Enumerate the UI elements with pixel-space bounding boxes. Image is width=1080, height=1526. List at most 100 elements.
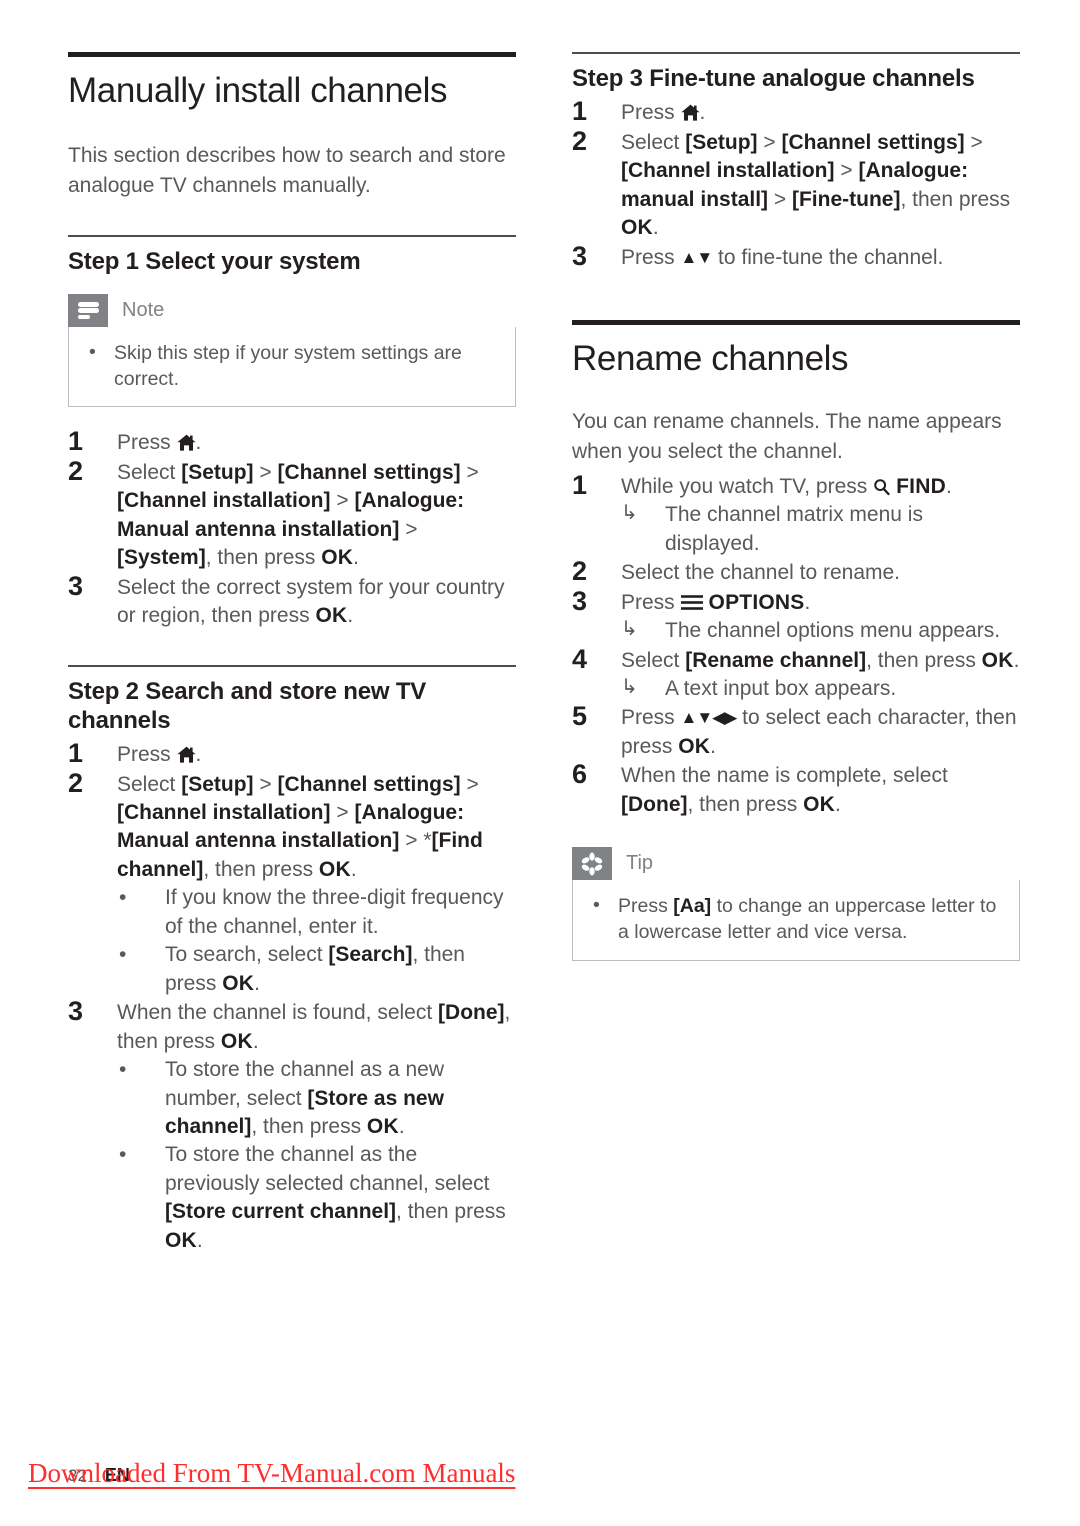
key-label: OK — [621, 216, 653, 240]
step-text: , then press — [900, 187, 1011, 211]
step-text: > — [330, 489, 355, 513]
step-text: to fine-tune the channel. — [712, 245, 944, 269]
menu-item-label: [Done] — [438, 1001, 505, 1025]
manual-page: Manually install channels This section d… — [0, 0, 1080, 1526]
step-text: Select the correct system for your count… — [117, 575, 505, 628]
bullet-icon: • — [119, 886, 127, 910]
bullet-icon: • — [119, 1058, 127, 1082]
menu-item-label: [Setup] — [181, 772, 254, 796]
key-label: OK — [220, 1029, 253, 1053]
bullet-icon: • — [119, 1143, 127, 1167]
note-item: • Skip this step if your system settings … — [85, 340, 499, 392]
sub-bullet-list: • If you know the three-digit frequency o… — [117, 884, 516, 998]
step-text: . — [652, 216, 659, 240]
list-item: 3 Press OPTIONS. ↳ The channel options menu… — [572, 586, 1020, 646]
step-number: 3 — [572, 585, 588, 616]
menu-item-label: [Fine-tune] — [791, 187, 901, 211]
list-item: 1 While you watch TV, press FIND. ↳ The cha… — [572, 470, 1020, 558]
home-icon — [680, 104, 700, 121]
step-text: > — [768, 187, 792, 211]
chapter-intro: This section describes how to search and… — [68, 144, 506, 198]
step-text: Select — [117, 460, 182, 484]
menu-item-label: [Rename channel] — [685, 648, 867, 672]
tip-item: • Press [Aa] to change an uppercase lette… — [589, 893, 1003, 945]
step-text: , then press — [687, 792, 804, 816]
key-label: OK — [318, 857, 351, 881]
result-list: ↳ A text input box appears. — [621, 675, 1020, 703]
key-label: OK — [678, 734, 711, 758]
list-item: 6 When the name is complete, select [Done… — [572, 759, 1020, 819]
list-item: 3 Select the correct system for your coun… — [68, 571, 516, 631]
step-text: , then press — [866, 648, 982, 672]
step-text: > — [330, 801, 355, 824]
list-item: • To store the channel as the previously … — [117, 1141, 516, 1255]
watermark-link[interactable]: Downloaded From TV-Manual.com Manuals — [28, 1458, 515, 1489]
step-text: > — [460, 772, 479, 796]
step-text: , then press — [396, 1200, 506, 1224]
chapter-rule — [68, 52, 516, 57]
right-column: Step 3 Fine-tune analogue channels 1 Pres… — [572, 52, 1020, 983]
step-text: Press — [621, 590, 681, 614]
left-column: Manually install channels This section d… — [68, 52, 516, 1256]
step-number: 5 — [572, 701, 588, 732]
step-text: . — [350, 857, 357, 881]
step3-heading: Step 3 Fine-tune analogue channels — [572, 65, 975, 92]
step-number: 4 — [572, 643, 588, 674]
list-item: 2 Select [Setup] > [Channel settings] > [… — [68, 456, 516, 573]
step-text: Select the channel to rename. — [621, 561, 901, 585]
step-text: Select — [621, 648, 686, 672]
list-item: • To search, select [Search], then press … — [117, 941, 516, 998]
step-text: > — [253, 460, 278, 484]
step3-rule — [572, 52, 1020, 54]
step-text: When the name is complete, select — [621, 764, 948, 788]
step-text: > — [757, 130, 782, 154]
step-text: . — [804, 590, 811, 614]
step-text: > — [253, 772, 278, 796]
result-item: ↳ The channel options menu appears. — [621, 617, 1020, 645]
menu-item-label: [Done] — [621, 792, 688, 816]
step-text: Press — [117, 431, 177, 455]
rename-chapter-rule — [572, 319, 1020, 325]
step-number: 1 — [572, 96, 588, 127]
tip-badge — [572, 847, 612, 881]
note-badge — [68, 294, 108, 328]
rename-intro: You can rename channels. The name appear… — [572, 410, 1002, 464]
step2-rule — [68, 664, 516, 667]
list-item: 5 Press ▲▼◀▶ to select each character, th… — [572, 701, 1020, 761]
step-text: > — [964, 130, 983, 154]
step1-rule — [68, 234, 516, 237]
step-text: . — [398, 1114, 405, 1138]
step-text: > — [399, 517, 418, 541]
step-text: To store the channel as the previously s… — [165, 1143, 490, 1195]
step-text: Press — [618, 895, 674, 918]
tip-header: Tip — [572, 847, 1020, 881]
search-icon — [873, 478, 890, 496]
list-item: 2 Select the channel to rename. — [572, 556, 1020, 587]
note-header: Note — [68, 294, 516, 328]
list-item: 4 Select [Rename channel], then press OK.… — [572, 644, 1020, 704]
note-body: • Skip this step if your system settings … — [68, 327, 516, 408]
menu-item-label: [Store current channel] — [165, 1200, 397, 1224]
step-text: , then press — [203, 857, 319, 881]
key-label: OK — [366, 1114, 399, 1138]
list-item: 3 Press ▲▼ to fine-tune the channel. — [572, 241, 1020, 272]
step-text: Press — [117, 743, 177, 767]
note-text: Skip this step if your system settings a… — [114, 342, 462, 391]
home-icon — [176, 434, 196, 451]
list-item: 1 Press . — [68, 738, 516, 769]
step-number: 3 — [68, 996, 84, 1027]
arrow-result-icon: ↳ — [621, 676, 638, 699]
step-text: > — [399, 829, 424, 853]
hamburger-menu-icon — [680, 594, 703, 611]
step-text: Press — [621, 245, 681, 269]
step1-heading: Step 1 Select your system — [68, 247, 361, 275]
step3-list: 1 Press . 2 Select [Setup] > [Channel setti… — [572, 96, 1020, 272]
result-text: A text input box appears. — [665, 677, 897, 701]
arrow-result-icon: ↳ — [621, 618, 638, 641]
step-text: . — [1013, 648, 1020, 672]
menu-item-label: [System] — [117, 546, 206, 570]
step-number: 3 — [572, 240, 588, 271]
key-label: OPTIONS — [702, 590, 805, 614]
step-text: . — [834, 792, 841, 816]
step-number: 2 — [572, 556, 588, 587]
